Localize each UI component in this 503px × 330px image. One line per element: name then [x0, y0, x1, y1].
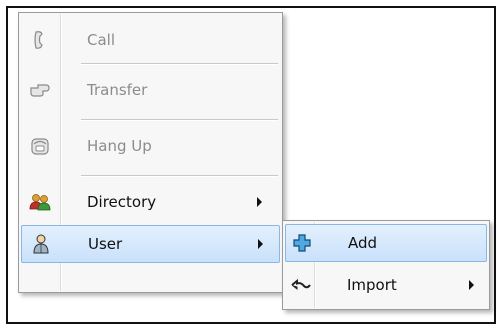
submenu-item-import[interactable]: Import	[285, 265, 487, 305]
menu-item-label: Call	[87, 31, 116, 49]
menu-item-label: Import	[347, 276, 397, 294]
menu-item-label: Add	[348, 234, 378, 252]
import-arrow-icon	[291, 278, 311, 291]
menu-separator	[81, 63, 278, 65]
menu-item-label: Directory	[87, 193, 157, 211]
menu-item-label: Hang Up	[87, 137, 152, 155]
menu-item-transfer[interactable]: Transfer	[21, 69, 280, 111]
menu-item-directory[interactable]: Directory	[21, 181, 280, 223]
menu-item-label: Transfer	[87, 81, 148, 99]
submenu-arrow-icon	[257, 197, 262, 207]
menu-item-label: User	[88, 235, 123, 253]
user-icon	[33, 234, 49, 254]
menu-item-call[interactable]: Call	[21, 19, 280, 61]
transfer-hand-icon	[30, 84, 50, 97]
submenu-arrow-icon	[258, 239, 263, 249]
menu-separator	[81, 119, 278, 121]
desk-phone-icon	[31, 138, 49, 155]
context-menu: Call Transfer Hang Up Directory User	[18, 12, 283, 293]
users-group-icon	[29, 194, 51, 211]
user-submenu: Add Import	[282, 220, 490, 310]
submenu-arrow-icon	[469, 280, 474, 290]
submenu-item-add[interactable]: Add	[285, 224, 487, 262]
menu-separator	[81, 175, 278, 177]
add-plus-icon	[293, 234, 311, 252]
phone-handset-icon	[34, 31, 43, 49]
menu-item-user[interactable]: User	[21, 225, 280, 263]
menu-item-hang-up[interactable]: Hang Up	[21, 125, 280, 167]
